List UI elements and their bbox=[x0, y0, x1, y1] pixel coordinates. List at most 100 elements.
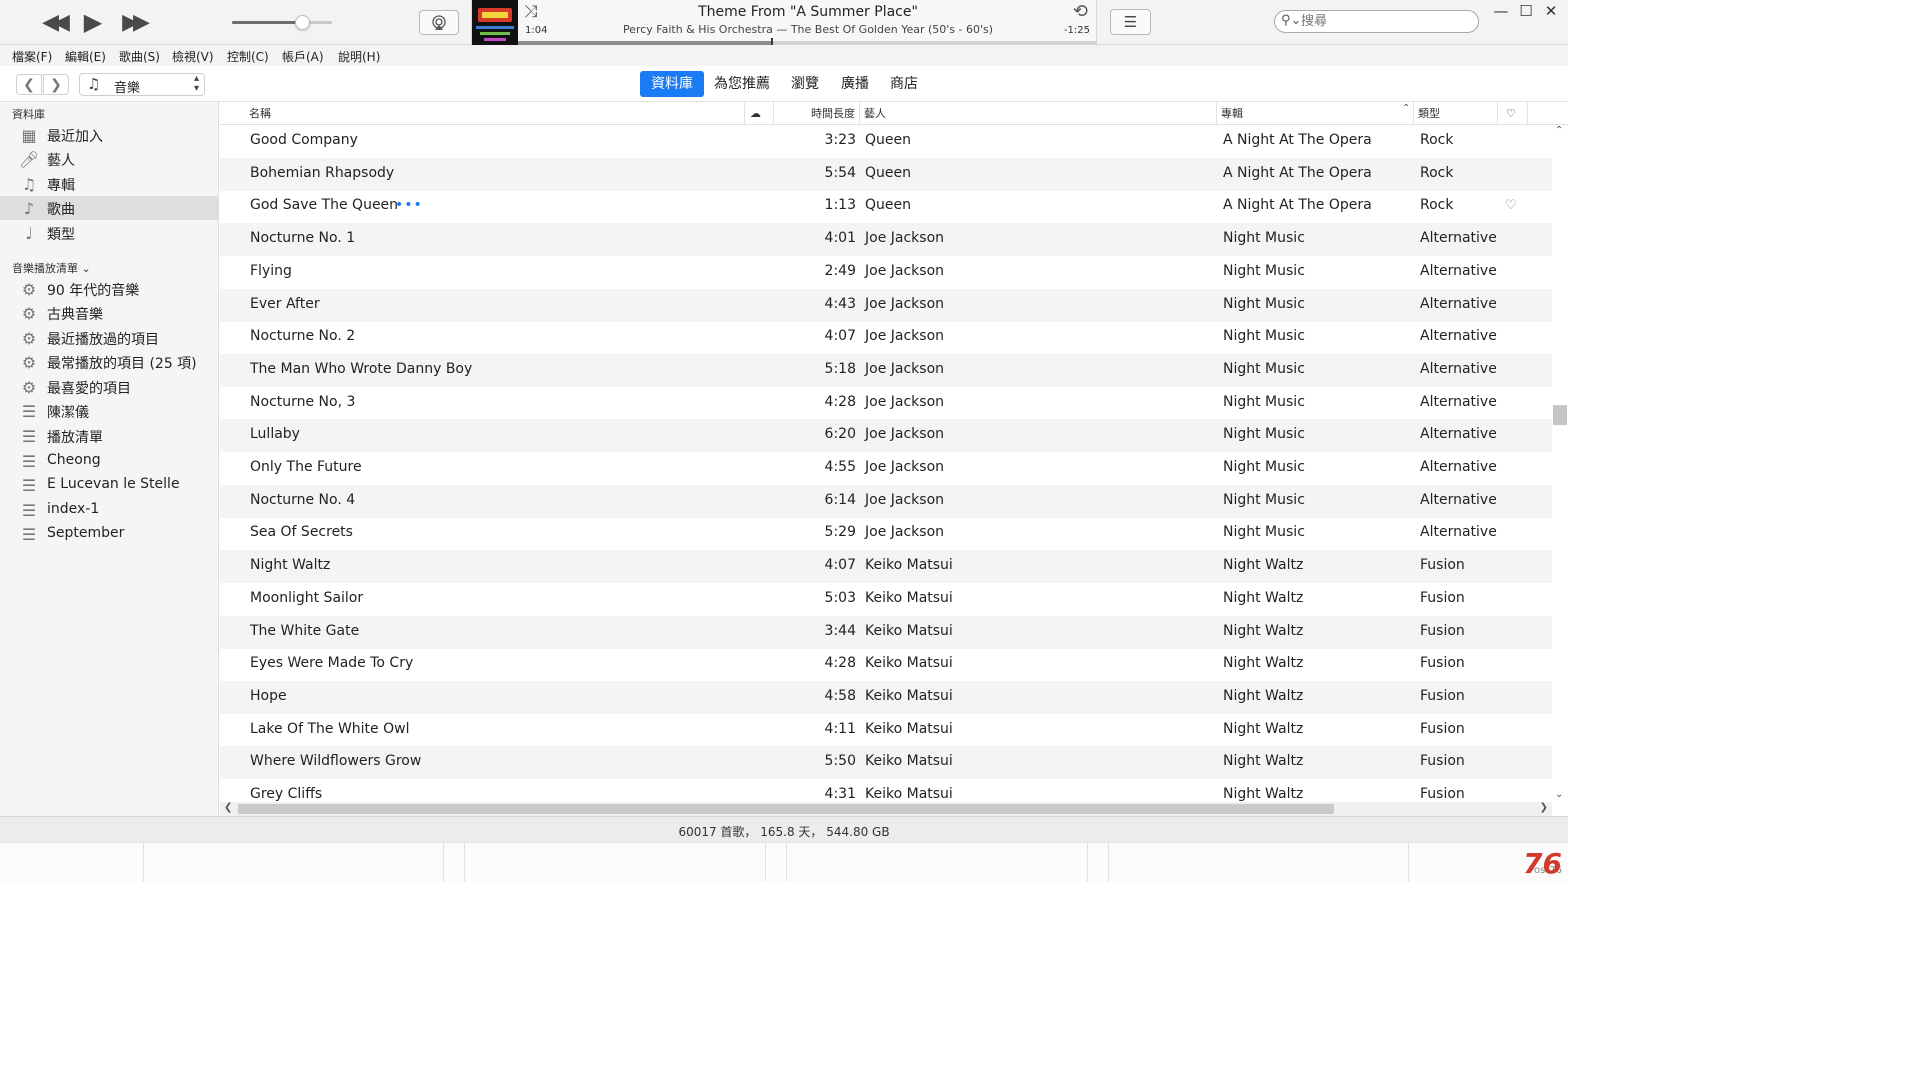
song-row[interactable]: Flying 2:49 Joe Jackson Night Music Alternat… bbox=[220, 256, 1552, 289]
playlist-label: Cheong bbox=[47, 452, 101, 468]
sidebar-playlist-user[interactable]: ☰ 播放清單 bbox=[0, 424, 219, 448]
song-row[interactable]: Night Waltz 4:07 Keiko Matsui Night Waltz Fu… bbox=[220, 550, 1552, 584]
song-row[interactable]: God Save The Queen ••• ♡ 1:13 Queen A Night A… bbox=[220, 190, 1552, 223]
menu-view[interactable]: 檢視(V) bbox=[172, 48, 214, 65]
search-box[interactable]: ⚲⌄ bbox=[1274, 10, 1479, 33]
cloud-icon[interactable]: ☁ bbox=[745, 102, 774, 125]
playlist-label: 陳潔儀 bbox=[47, 405, 89, 421]
sidebar-playlist-favorites[interactable]: ⚙ 最喜愛的項目 bbox=[0, 375, 219, 399]
song-row[interactable]: Good Company 3:23 Queen A Night At The Oper… bbox=[220, 125, 1552, 158]
song-row[interactable]: Bohemian Rhapsody 5:54 Queen A Night At The… bbox=[220, 157, 1552, 191]
song-row[interactable]: Only The Future 4:55 Joe Jackson Night Musi… bbox=[220, 452, 1552, 485]
scroll-right-arrow-icon[interactable]: ❯ bbox=[1540, 802, 1548, 813]
vertical-scroll-thumb[interactable] bbox=[1553, 405, 1567, 425]
sidebar-playlist-user[interactable]: ☰ index-1 bbox=[0, 498, 219, 522]
sidebar-item-albums[interactable]: ♫ 專輯 bbox=[0, 172, 219, 196]
column-header-album[interactable]: 專輯 bbox=[1217, 102, 1414, 125]
sidebar-item-songs[interactable]: ♪ 歌曲 bbox=[0, 196, 219, 220]
play-button[interactable]: ▶ bbox=[78, 8, 108, 36]
more-options-icon[interactable]: ••• bbox=[395, 197, 423, 213]
song-row[interactable]: Sea Of Secrets 5:29 Joe Jackson Night Music… bbox=[220, 517, 1552, 550]
tab-browse[interactable]: 瀏覽 bbox=[780, 71, 830, 97]
song-album: Night Music bbox=[1223, 295, 1305, 312]
sidebar-playlist-90s[interactable]: ⚙ 90 年代的音樂 bbox=[0, 277, 219, 301]
media-kind-select[interactable]: ♫ 音樂 ▴ ▾ bbox=[79, 73, 205, 96]
sidebar-playlist-user[interactable]: ☰ 陳潔儀 bbox=[0, 399, 219, 423]
fast-forward-button[interactable]: ▶▶ bbox=[116, 8, 150, 36]
sidebar-item-genres[interactable]: ♩ 類型 bbox=[0, 221, 219, 245]
scroll-left-arrow-icon[interactable]: ❮ bbox=[224, 802, 232, 813]
forward-button[interactable]: ❯ bbox=[43, 74, 69, 95]
sidebar-item-recently-added[interactable]: ▦ 最近加入 bbox=[0, 123, 219, 147]
song-album: Night Waltz bbox=[1223, 589, 1304, 606]
song-row[interactable]: Grey Cliffs 4:31 Keiko Matsui Night Waltz Fu… bbox=[220, 779, 1552, 802]
search-input[interactable] bbox=[1301, 13, 1471, 30]
volume-slider[interactable] bbox=[232, 15, 332, 30]
menu-help[interactable]: 說明(H) bbox=[338, 48, 380, 65]
menu-edit[interactable]: 編輯(E) bbox=[65, 48, 106, 65]
sidebar-playlist-user[interactable]: ☰ September bbox=[0, 522, 219, 546]
song-row[interactable]: Nocturne No. 1 4:01 Joe Jackson Night Music… bbox=[220, 223, 1552, 257]
column-header-genre[interactable]: 類型 bbox=[1414, 102, 1498, 125]
song-row[interactable]: Nocturne No. 4 6:14 Joe Jackson Night Music… bbox=[220, 484, 1552, 518]
song-row[interactable]: Hope 4:58 Keiko Matsui Night Waltz Fusion bbox=[220, 680, 1552, 714]
love-heart-icon[interactable]: ♡ bbox=[1505, 198, 1517, 213]
song-row[interactable]: The Man Who Wrote Danny Boy 5:18 Joe Jacks… bbox=[220, 353, 1552, 387]
song-row[interactable]: Where Wildflowers Grow 5:50 Keiko Matsui Ni… bbox=[220, 746, 1552, 780]
sidebar-playlist-recently-played[interactable]: ⚙ 最近播放過的項目 bbox=[0, 326, 219, 350]
menu-account[interactable]: 帳戶(A) bbox=[282, 48, 324, 65]
song-row[interactable]: Ever After 4:43 Joe Jackson Night Music Alte… bbox=[220, 288, 1552, 322]
scroll-up-arrow-icon[interactable]: ⌃ bbox=[1555, 125, 1563, 136]
song-row[interactable]: Nocturne No. 2 4:07 Joe Jackson Night Music… bbox=[220, 321, 1552, 354]
tab-library[interactable]: 資料庫 bbox=[640, 71, 704, 97]
airplay-button[interactable] bbox=[419, 10, 459, 35]
song-row[interactable]: Eyes Were Made To Cry 4:28 Keiko Matsui Nig… bbox=[220, 648, 1552, 681]
sidebar-playlist-top-25[interactable]: ⚙ 最常播放的項目 (25 項) bbox=[0, 350, 219, 374]
column-header-time[interactable]: 時間長度 bbox=[774, 102, 860, 125]
horizontal-scroll-thumb[interactable] bbox=[238, 804, 1334, 814]
album-artwork[interactable] bbox=[472, 0, 518, 45]
back-button[interactable]: ❮ bbox=[16, 74, 42, 95]
sidebar-playlist-classical[interactable]: ⚙ 古典音樂 bbox=[0, 301, 219, 325]
song-genre: Alternative bbox=[1420, 426, 1497, 443]
song-artist: Joe Jackson bbox=[865, 524, 945, 541]
volume-knob[interactable] bbox=[295, 15, 310, 30]
column-header-name[interactable]: 名稱 bbox=[245, 102, 745, 125]
tab-radio[interactable]: 廣播 bbox=[830, 71, 880, 97]
song-artist: Keiko Matsui bbox=[865, 622, 953, 639]
menu-file[interactable]: 檔案(F) bbox=[12, 48, 52, 65]
song-row[interactable]: Nocturne No, 3 4:28 Joe Jackson Night Music… bbox=[220, 387, 1552, 420]
sidebar-playlist-user[interactable]: ☰ E Lucevan le Stelle bbox=[0, 473, 219, 497]
gear-icon: ⚙ bbox=[21, 377, 37, 397]
close-button[interactable]: ✕ bbox=[1540, 2, 1562, 20]
repeat-icon[interactable]: ⟲ bbox=[1073, 1, 1088, 22]
progress-playhead[interactable] bbox=[771, 38, 774, 45]
sidebar-item-artists[interactable]: 🎤︎ 藝人 bbox=[0, 147, 219, 171]
song-row[interactable]: Moonlight Sailor 5:03 Keiko Matsui Night Wa… bbox=[220, 583, 1552, 616]
sidebar-playlist-user[interactable]: ☰ Cheong bbox=[0, 449, 219, 473]
horizontal-scrollbar[interactable]: ❮ ❯ bbox=[220, 802, 1552, 816]
rewind-button[interactable]: ◀◀ bbox=[36, 8, 70, 36]
column-header-love-icon[interactable]: ♡ bbox=[1498, 102, 1528, 125]
maximize-button[interactable]: ☐ bbox=[1515, 2, 1537, 20]
song-genre: Fusion bbox=[1420, 655, 1465, 672]
song-genre: Fusion bbox=[1420, 720, 1465, 737]
tab-for-you[interactable]: 為您推薦 bbox=[703, 71, 781, 97]
song-row[interactable]: Lake Of The White Owl 4:11 Keiko Matsui Nig… bbox=[220, 714, 1552, 747]
scroll-down-arrow-icon[interactable]: ⌄ bbox=[1555, 789, 1563, 800]
song-name: Ever After bbox=[250, 295, 320, 312]
menu-song[interactable]: 歌曲(S) bbox=[119, 48, 160, 65]
song-time: 2:49 bbox=[824, 262, 856, 279]
column-header-artist[interactable]: 藝人 bbox=[860, 102, 1217, 125]
menu-controls[interactable]: 控制(C) bbox=[227, 48, 269, 65]
tab-store[interactable]: 商店 bbox=[879, 71, 929, 97]
minimize-button[interactable]: — bbox=[1490, 2, 1512, 20]
song-row[interactable]: Lullaby 6:20 Joe Jackson Night Music Alterna… bbox=[220, 419, 1552, 453]
playlists-heading[interactable]: 音樂播放清單 ⌄ bbox=[12, 260, 91, 276]
song-name: Nocturne No. 4 bbox=[250, 491, 356, 508]
genre-icon: ♩ bbox=[25, 223, 33, 243]
song-row[interactable]: The White Gate 3:44 Keiko Matsui Night Walt… bbox=[220, 615, 1552, 649]
vertical-scrollbar[interactable]: ⌃ ⌄ bbox=[1552, 125, 1568, 802]
up-next-button[interactable]: ☰ bbox=[1110, 9, 1151, 35]
background-strip: Post76 76 bbox=[0, 842, 1568, 882]
